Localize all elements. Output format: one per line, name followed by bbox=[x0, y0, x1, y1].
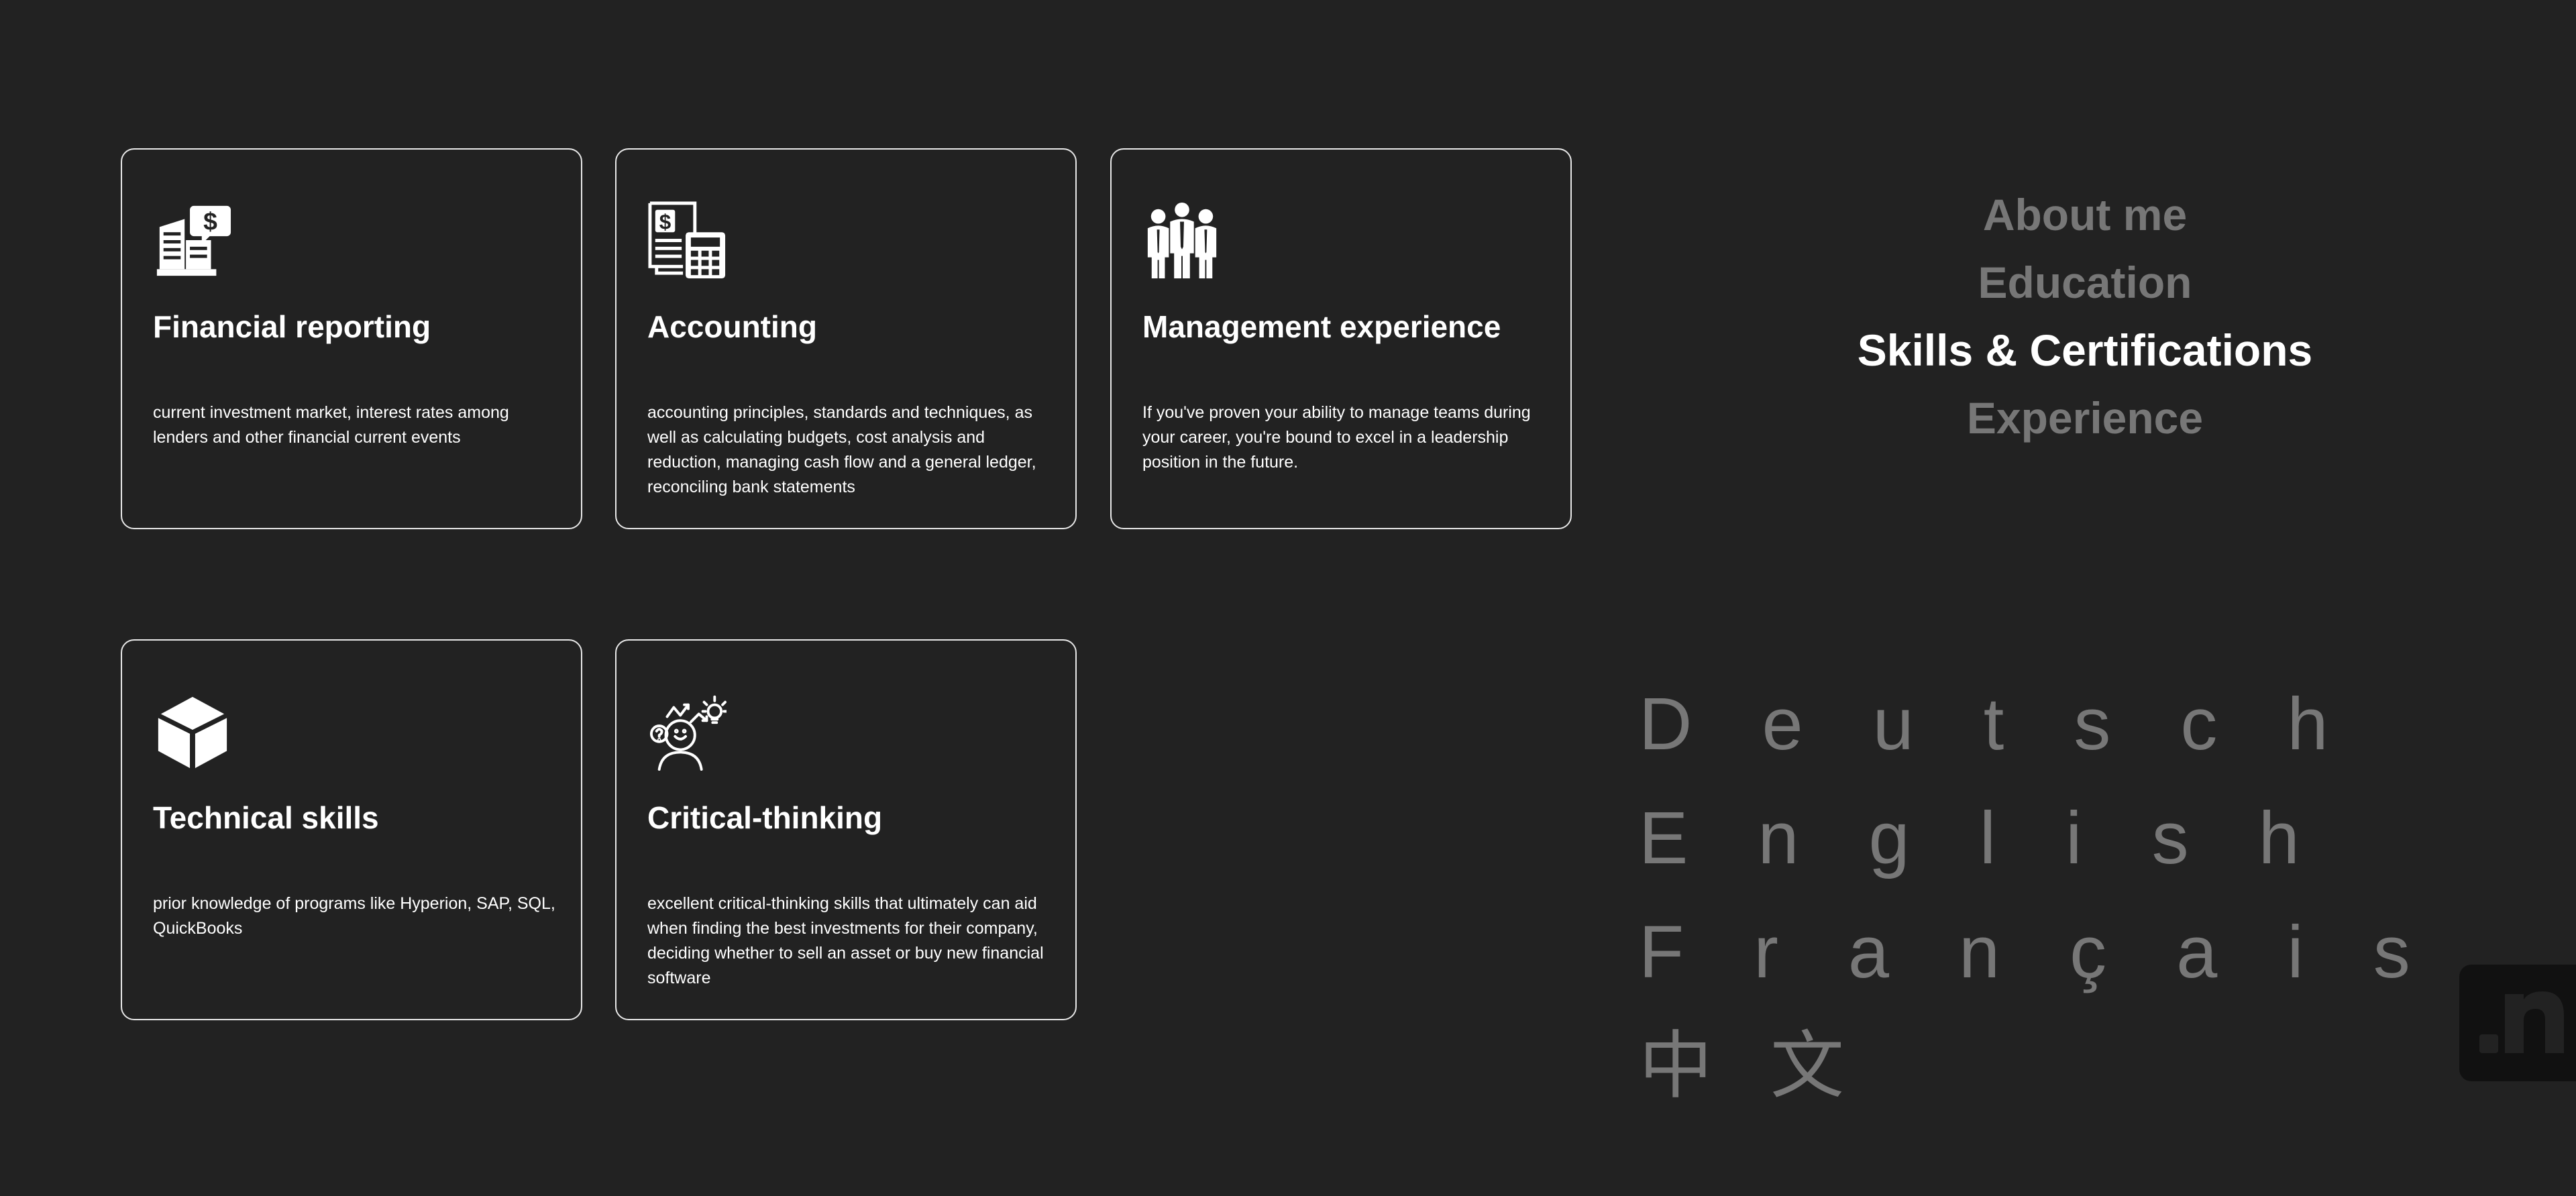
team-management-icon bbox=[1142, 201, 1222, 280]
language-english[interactable]: English bbox=[1639, 792, 2480, 906]
linkedin-logo-icon[interactable] bbox=[2459, 965, 2576, 1081]
skill-description: prior knowledge of programs like Hyperio… bbox=[153, 894, 555, 938]
accounting-calculator-icon: $ bbox=[647, 201, 727, 280]
nav-item-about-me[interactable]: About me bbox=[1682, 181, 2487, 249]
nav-item-education[interactable]: Education bbox=[1682, 249, 2487, 317]
skill-description: current investment market, interest rate… bbox=[153, 403, 509, 447]
skill-description: accounting principles, standards and tec… bbox=[647, 403, 1036, 496]
language-francais[interactable]: Français bbox=[1639, 906, 2480, 1020]
skill-title: Accounting bbox=[647, 309, 817, 344]
critical-thinking-head-icon bbox=[647, 692, 727, 771]
skill-description: If you've proven your ability to manage … bbox=[1142, 403, 1531, 472]
svg-text:$: $ bbox=[203, 207, 217, 235]
skill-title: Technical skills bbox=[153, 800, 379, 835]
nav-item-skills-certifications[interactable]: Skills & Certifications bbox=[1682, 317, 2487, 384]
skill-title: Critical-thinking bbox=[647, 800, 883, 835]
skill-description: excellent critical-thinking skills that … bbox=[647, 894, 1044, 987]
language-switcher: Deutsch English Français 中文 bbox=[1639, 677, 2480, 1134]
language-deutsch[interactable]: Deutsch bbox=[1639, 677, 2480, 792]
skill-card-accounting: $ Accounting accounting principles, stan… bbox=[615, 148, 1077, 529]
skill-card-financial-reporting: $ Financial reporting current investment… bbox=[121, 148, 582, 529]
cube-icon bbox=[153, 692, 232, 771]
skill-card-management-experience: Management experience If you've proven y… bbox=[1110, 148, 1572, 529]
section-nav: About me Education Skills & Certificatio… bbox=[1682, 181, 2487, 452]
skill-card-critical-thinking: Critical-thinking excellent critical-thi… bbox=[615, 639, 1077, 1020]
language-chinese[interactable]: 中文 bbox=[1639, 1020, 2480, 1134]
svg-text:$: $ bbox=[659, 210, 672, 233]
skill-title: Management experience bbox=[1142, 309, 1501, 344]
skill-card-technical-skills: Technical skills prior knowledge of prog… bbox=[121, 639, 582, 1020]
nav-item-experience[interactable]: Experience bbox=[1682, 384, 2487, 452]
financial-report-building-icon: $ bbox=[153, 201, 232, 280]
skill-title: Financial reporting bbox=[153, 309, 431, 344]
page: $ Financial reporting current investment… bbox=[0, 0, 2576, 1196]
